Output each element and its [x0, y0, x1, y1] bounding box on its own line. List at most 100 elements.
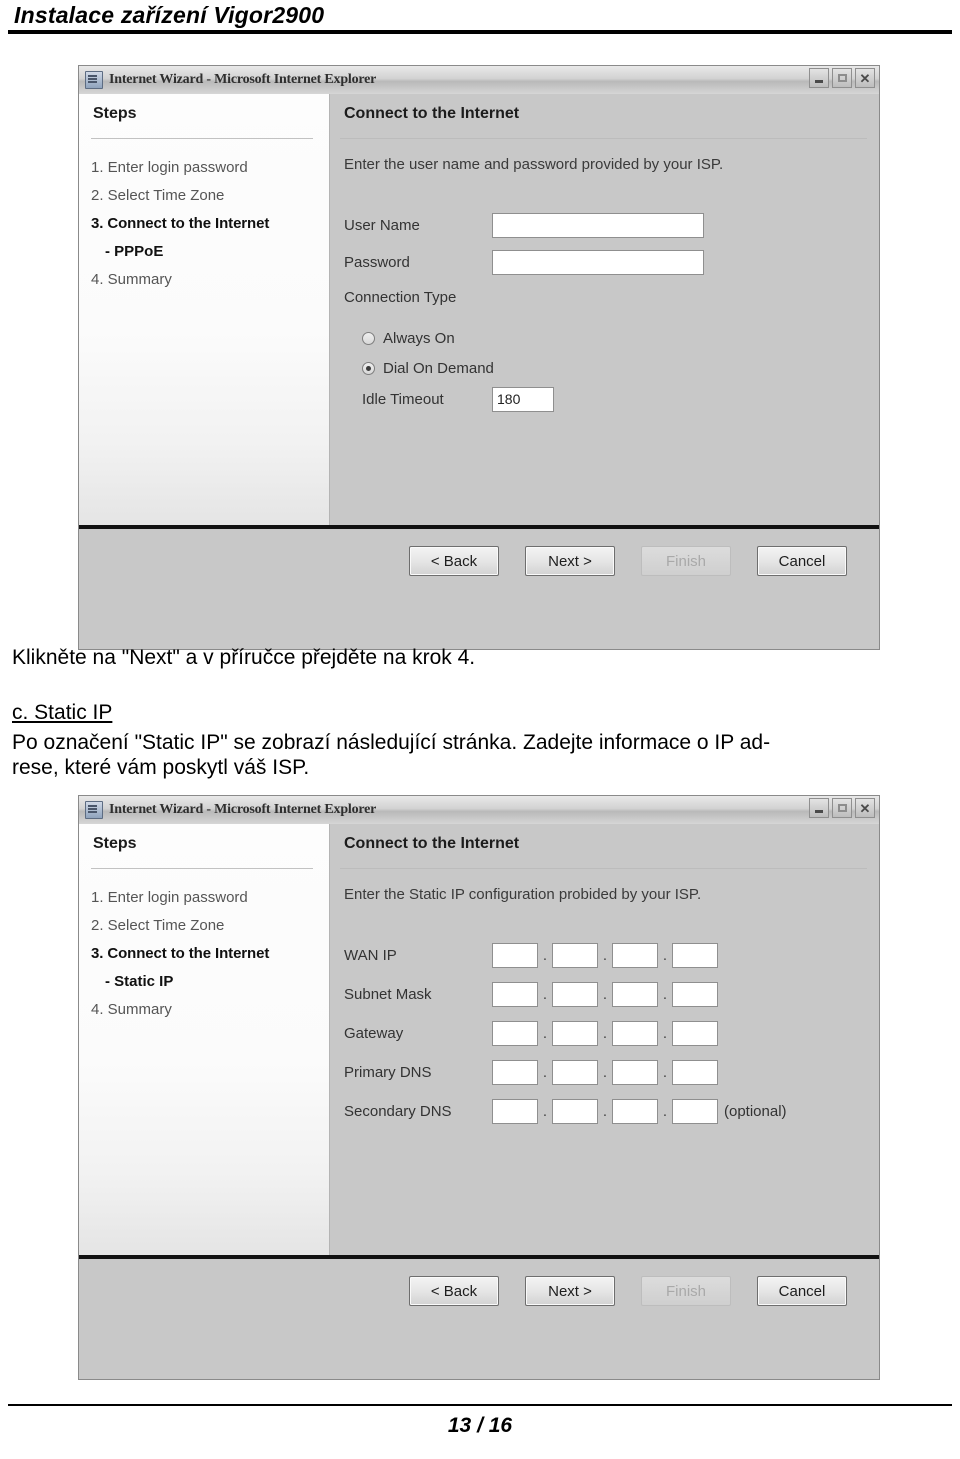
- step-item-4[interactable]: 4. Summary: [91, 266, 319, 294]
- ip-separator: .: [662, 1024, 668, 1042]
- step-item-substep[interactable]: - PPPoE: [91, 238, 319, 266]
- internet-wizard-window-static-ip[interactable]: Internet Wizard - Microsoft Internet Exp…: [78, 795, 880, 1380]
- dial-on-demand-radio[interactable]: [362, 361, 375, 375]
- password-label: Password: [344, 253, 410, 271]
- primary-dns-label: Primary DNS: [344, 1063, 432, 1081]
- next-button[interactable]: Next >: [525, 1276, 615, 1306]
- content-divider: [340, 868, 867, 869]
- cancel-button[interactable]: Cancel: [757, 1276, 847, 1306]
- back-button[interactable]: < Back: [409, 546, 499, 576]
- wan-ip-octet-4[interactable]: [672, 942, 718, 968]
- connection-type-label: Connection Type: [344, 289, 457, 306]
- content-description: Enter the Static IP configuration probid…: [344, 886, 702, 903]
- subnet-mask-octet-4[interactable]: [672, 981, 718, 1007]
- secondary-dns-label: Secondary DNS: [344, 1102, 452, 1120]
- window-controls: ✕: [809, 798, 875, 818]
- gateway-octet-2[interactable]: [552, 1020, 598, 1046]
- steps-sidebar: Steps 1. Enter login password 2. Select …: [79, 824, 330, 1259]
- cancel-button[interactable]: Cancel: [757, 546, 847, 576]
- primary-dns-octet-2[interactable]: [552, 1059, 598, 1085]
- secondary-dns-optional-note: (optional): [724, 1102, 787, 1120]
- ip-separator: .: [542, 946, 548, 964]
- password-input[interactable]: [492, 249, 704, 275]
- ip-separator: .: [542, 1063, 548, 1081]
- window-title: Internet Wizard - Microsoft Internet Exp…: [109, 802, 377, 817]
- gateway-octet-4[interactable]: [672, 1020, 718, 1046]
- window-titlebar[interactable]: Internet Wizard - Microsoft Internet Exp…: [79, 66, 879, 95]
- section-heading-c: c. Static IP: [12, 701, 113, 724]
- maximize-button[interactable]: [832, 798, 852, 818]
- primary-dns-octet-4[interactable]: [672, 1059, 718, 1085]
- username-input[interactable]: [492, 212, 704, 238]
- minimize-icon: [810, 799, 828, 817]
- minimize-button[interactable]: [809, 798, 829, 818]
- primary-dns-octet-3[interactable]: [612, 1059, 658, 1085]
- wizard-content-pane: Connect to the Internet Enter the user n…: [330, 94, 879, 529]
- radio-row-always-on[interactable]: Always On: [362, 326, 455, 350]
- step-item-3[interactable]: 3. Connect to the Internet: [91, 210, 319, 238]
- subnet-mask-octet-3[interactable]: [612, 981, 658, 1007]
- subnet-mask-octet-1[interactable]: [492, 981, 538, 1007]
- ip-separator: .: [602, 1102, 608, 1120]
- steps-sidebar: Steps 1. Enter login password 2. Select …: [79, 94, 330, 529]
- wizard-content-pane: Connect to the Internet Enter the Static…: [330, 824, 879, 1259]
- gateway-octet-1[interactable]: [492, 1020, 538, 1046]
- ip-separator: .: [542, 985, 548, 1003]
- step-item-4[interactable]: 4. Summary: [91, 996, 319, 1024]
- instruction-paragraph-2-line2: rese, které vám poskytl váš ISP.: [12, 756, 310, 779]
- content-heading: Connect to the Internet: [344, 835, 520, 852]
- field-row-primary-dns: Primary DNS . . .: [344, 1059, 718, 1085]
- maximize-button[interactable]: [832, 68, 852, 88]
- minimize-icon: [810, 69, 828, 87]
- idle-timeout-input[interactable]: 180: [492, 386, 554, 412]
- step-item-1[interactable]: 1. Enter login password: [91, 884, 319, 912]
- secondary-dns-octet-2[interactable]: [552, 1098, 598, 1124]
- step-item-3[interactable]: 3. Connect to the Internet: [91, 940, 319, 968]
- steps-list: 1. Enter login password 2. Select Time Z…: [91, 154, 319, 294]
- wan-ip-octet-1[interactable]: [492, 942, 538, 968]
- ip-separator: .: [662, 1063, 668, 1081]
- ip-separator: .: [602, 1024, 608, 1042]
- secondary-dns-octet-4[interactable]: [672, 1098, 718, 1124]
- window-body: Steps 1. Enter login password 2. Select …: [79, 824, 879, 1379]
- subnet-mask-octet-2[interactable]: [552, 981, 598, 1007]
- field-row-username: User Name: [344, 212, 704, 238]
- idle-timeout-label: Idle Timeout: [362, 390, 444, 408]
- gateway-octet-3[interactable]: [612, 1020, 658, 1046]
- primary-dns-octet-1[interactable]: [492, 1059, 538, 1085]
- step-item-substep[interactable]: - Static IP: [91, 968, 319, 996]
- close-button[interactable]: ✕: [855, 798, 875, 818]
- internet-wizard-window-pppoe[interactable]: Internet Wizard - Microsoft Internet Exp…: [78, 65, 880, 650]
- always-on-radio[interactable]: [362, 331, 375, 345]
- steps-heading: Steps: [93, 105, 137, 122]
- secondary-dns-octet-3[interactable]: [612, 1098, 658, 1124]
- secondary-dns-octet-1[interactable]: [492, 1098, 538, 1124]
- ip-separator: .: [662, 985, 668, 1003]
- step-item-1[interactable]: 1. Enter login password: [91, 154, 319, 182]
- footer-rule: [8, 1404, 952, 1406]
- maximize-icon: [833, 799, 851, 817]
- minimize-button[interactable]: [809, 68, 829, 88]
- header-rule: [8, 30, 952, 34]
- document-title: Instalace zařízení Vigor2900: [14, 2, 325, 28]
- step-item-2[interactable]: 2. Select Time Zone: [91, 912, 319, 940]
- step-item-2[interactable]: 2. Select Time Zone: [91, 182, 319, 210]
- radio-row-dial-on-demand[interactable]: Dial On Demand: [362, 356, 494, 380]
- ip-separator: .: [602, 985, 608, 1003]
- wan-ip-octet-3[interactable]: [612, 942, 658, 968]
- next-button[interactable]: Next >: [525, 546, 615, 576]
- page-header: Instalace zařízení Vigor2900: [0, 0, 960, 40]
- close-button[interactable]: ✕: [855, 68, 875, 88]
- finish-button: Finish: [641, 546, 731, 576]
- field-row-password: Password: [344, 249, 704, 275]
- field-row-secondary-dns: Secondary DNS . . . (optional): [344, 1098, 787, 1124]
- content-description: Enter the user name and password provide…: [344, 156, 724, 173]
- ip-separator: .: [662, 946, 668, 964]
- gateway-label: Gateway: [344, 1024, 404, 1042]
- back-button[interactable]: < Back: [409, 1276, 499, 1306]
- window-title: Internet Wizard - Microsoft Internet Exp…: [109, 72, 377, 87]
- wan-ip-octet-2[interactable]: [552, 942, 598, 968]
- window-titlebar[interactable]: Internet Wizard - Microsoft Internet Exp…: [79, 796, 879, 825]
- close-icon: ✕: [859, 70, 871, 86]
- field-row-idle-timeout: Idle Timeout 180: [362, 386, 554, 412]
